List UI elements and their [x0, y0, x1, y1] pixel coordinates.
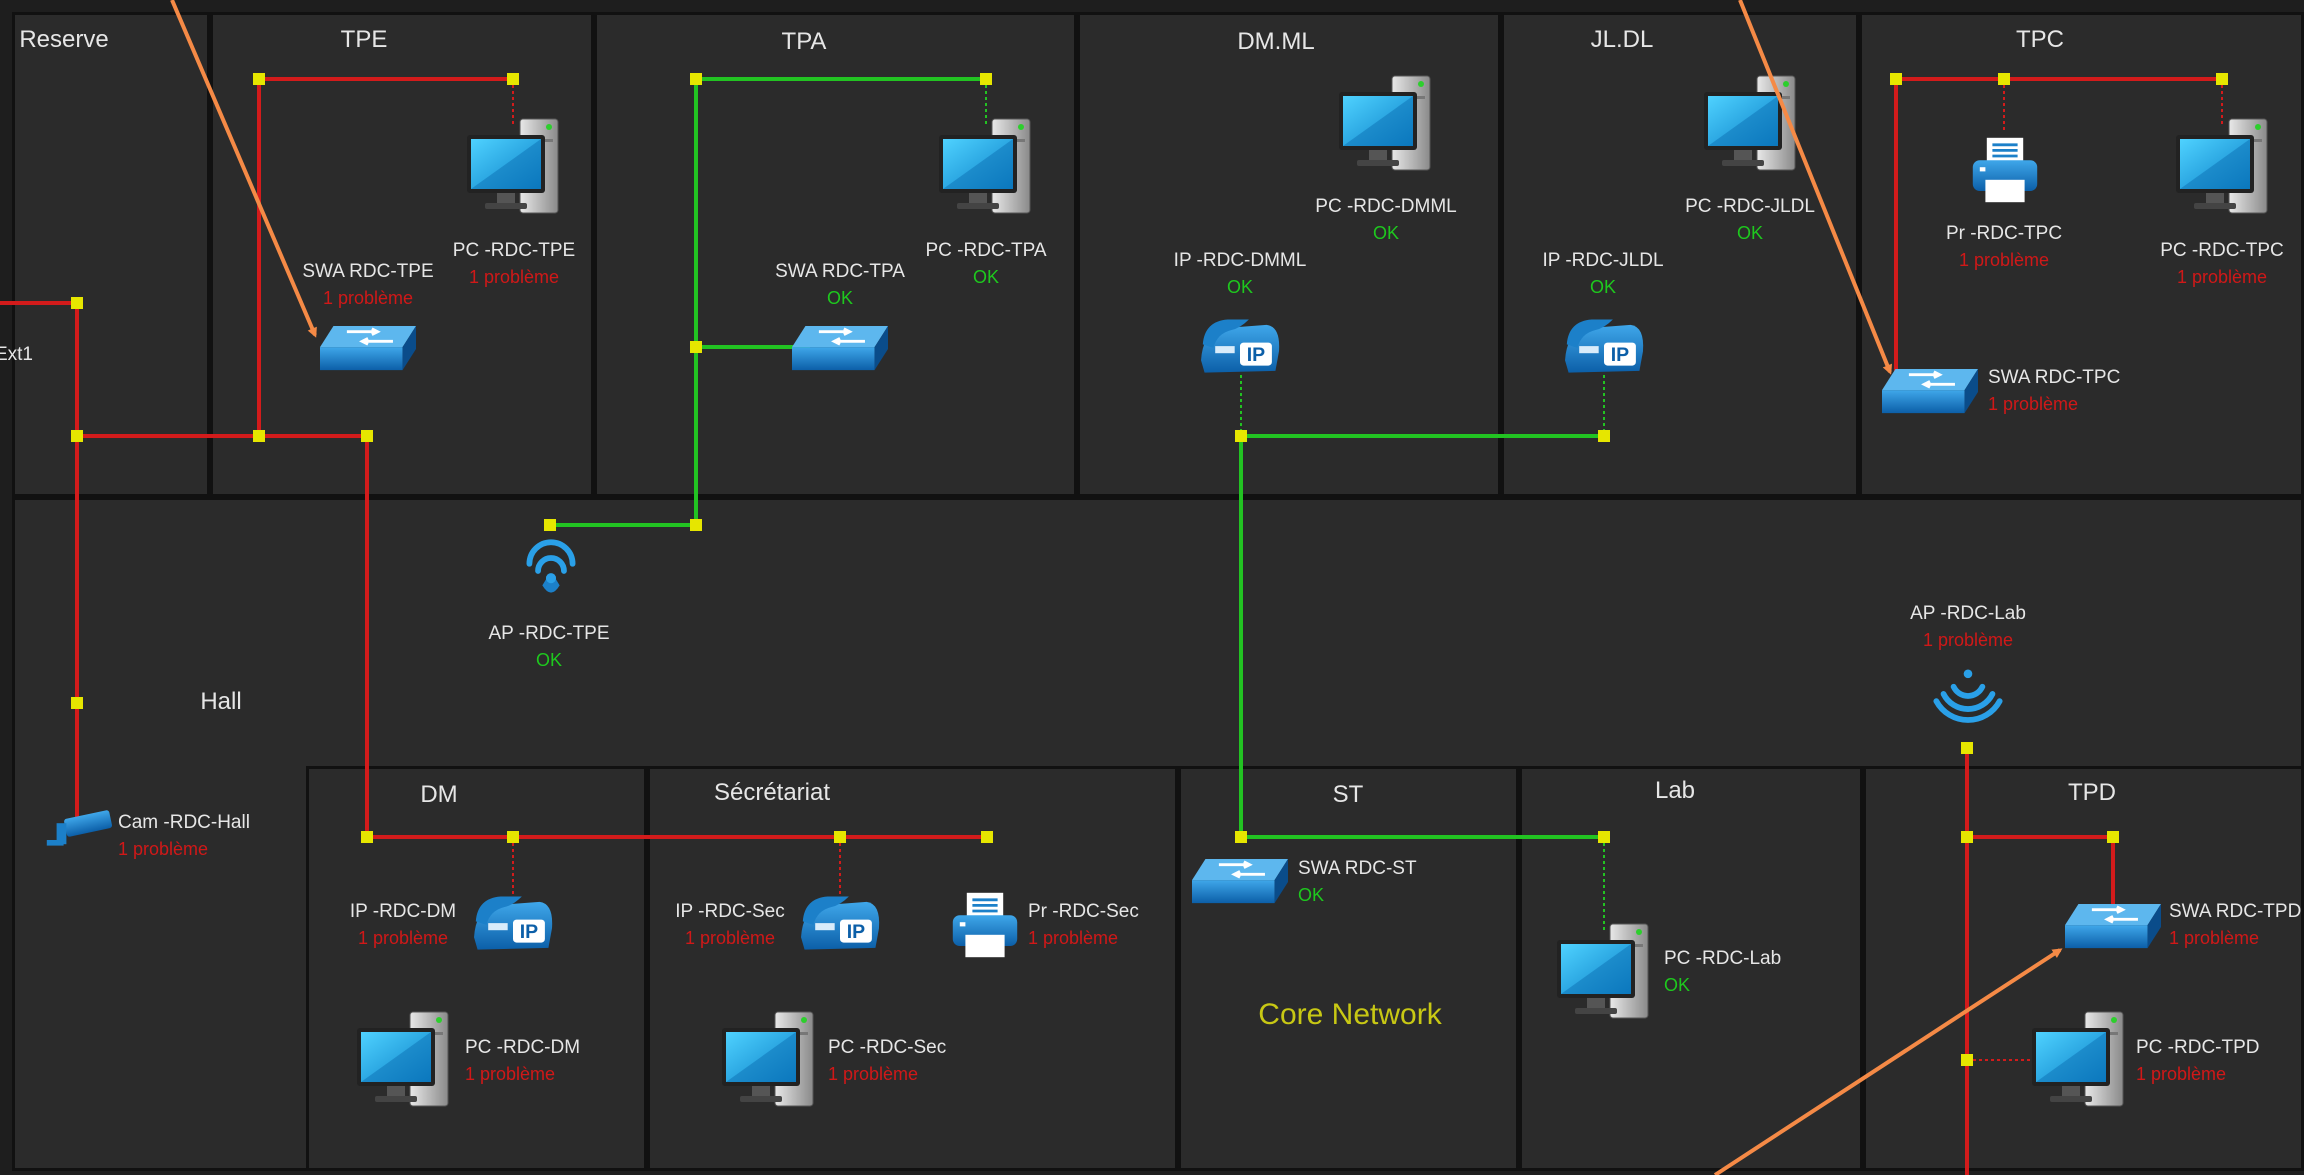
network-floor-map: Reserve TPE TPA DM.ML JL.DL TPC Hall DM …	[0, 0, 2304, 1175]
annotation-arrows	[170, 0, 2063, 1175]
arrow-annotation	[1713, 948, 2063, 1175]
arrow-annotation	[1738, 0, 1893, 375]
arrow-annotation	[170, 0, 317, 338]
